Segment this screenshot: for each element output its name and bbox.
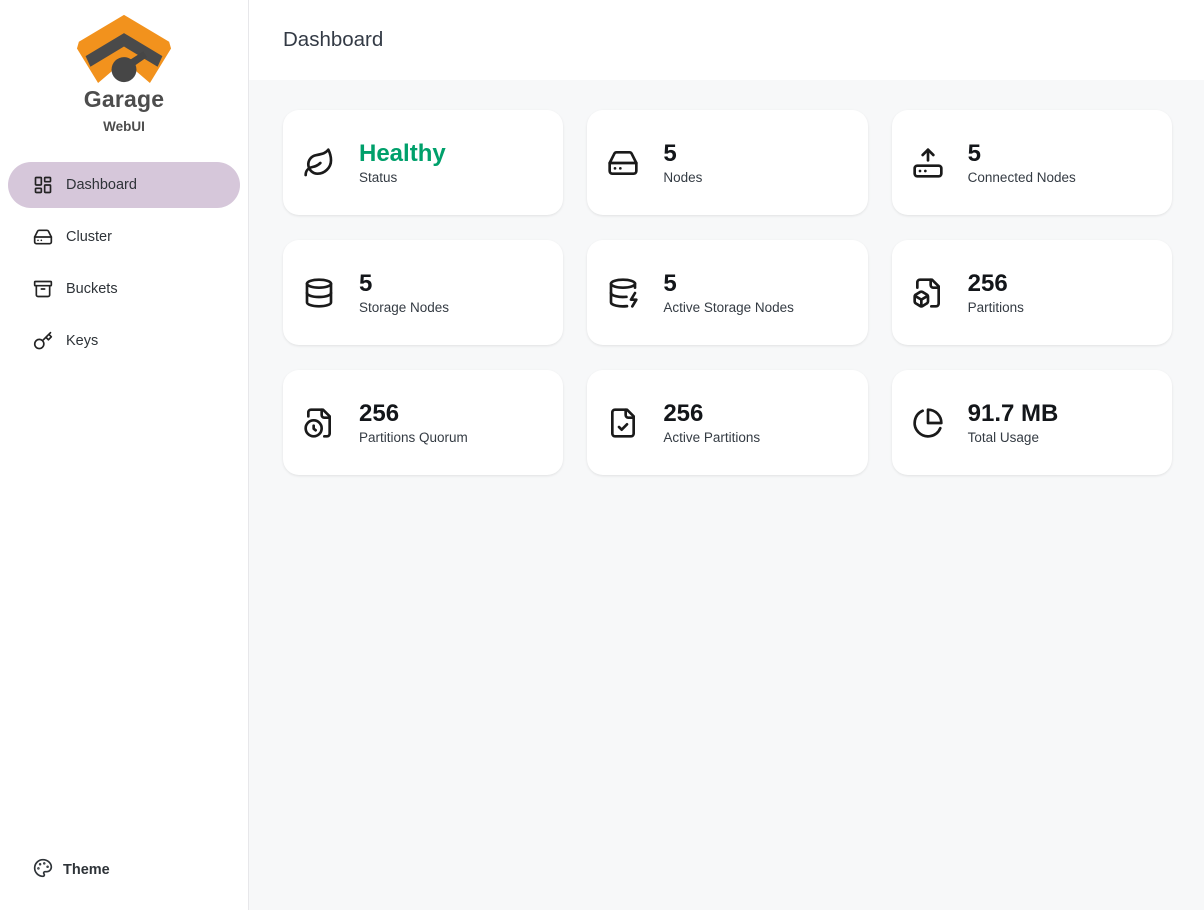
stat-card-partitions-quorum: 256 Partitions Quorum [283,370,563,475]
stat-card-storage-nodes: 5 Storage Nodes [283,240,563,345]
app-subtitle: WebUI [8,119,240,134]
palette-icon [33,858,53,882]
stat-label: Connected Nodes [968,170,1076,185]
hard-drive-icon [33,227,53,247]
sidebar-item-label: Keys [66,333,98,349]
stat-label: Nodes [663,170,702,185]
sidebar-item-buckets[interactable]: Buckets [8,266,240,312]
stat-card-active-storage-nodes: 5 Active Storage Nodes [587,240,867,345]
stat-card-nodes: 5 Nodes [587,110,867,215]
stat-value: 5 [663,140,702,168]
key-icon [33,331,53,351]
stat-value: Healthy [359,140,446,168]
stat-value: 256 [968,270,1024,298]
hard-drive-icon [607,147,639,179]
brand: Garage WebUI [8,12,240,134]
stat-value: 91.7 MB [968,400,1059,428]
page-title: Dashboard [283,28,383,52]
stat-label: Active Storage Nodes [663,300,794,315]
stat-value: 5 [968,140,1076,168]
stat-cards-grid: Healthy Status 5 Nodes 5 C [283,110,1172,475]
hard-drive-upload-icon [912,147,944,179]
stat-label: Storage Nodes [359,300,449,315]
stat-value: 5 [359,270,449,298]
sidebar-item-keys[interactable]: Keys [8,318,240,364]
dashboard-content: Healthy Status 5 Nodes 5 C [249,80,1204,910]
stat-label: Status [359,170,446,185]
sidebar-item-label: Dashboard [66,177,137,193]
stat-card-status: Healthy Status [283,110,563,215]
pie-chart-icon [912,407,944,439]
sidebar: Garage WebUI Dashboard Cluster Buckets [0,0,249,910]
sidebar-spacer [8,364,240,848]
stat-value: 256 [359,400,468,428]
file-check-icon [607,407,639,439]
main-area: Dashboard Healthy Status 5 Nodes [249,0,1204,910]
theme-button[interactable]: Theme [8,848,240,892]
stat-card-partitions: 256 Partitions [892,240,1172,345]
stat-card-total-usage: 91.7 MB Total Usage [892,370,1172,475]
layout-dashboard-icon [33,175,53,195]
stat-label: Partitions [968,300,1024,315]
stat-value: 256 [663,400,760,428]
database-icon [303,277,335,309]
stat-card-connected-nodes: 5 Connected Nodes [892,110,1172,215]
app-name: Garage [8,86,240,113]
stat-label: Partitions Quorum [359,430,468,445]
topbar: Dashboard [249,0,1204,80]
sidebar-item-label: Cluster [66,229,112,245]
sidebar-item-cluster[interactable]: Cluster [8,214,240,260]
stat-card-active-partitions: 256 Active Partitions [587,370,867,475]
garage-logo-icon [74,12,174,84]
file-clock-icon [303,407,335,439]
stat-label: Active Partitions [663,430,760,445]
stat-label: Total Usage [968,430,1059,445]
stat-value: 5 [663,270,794,298]
leaf-icon [303,147,335,179]
archive-icon [33,279,53,299]
sidebar-nav: Dashboard Cluster Buckets Keys [8,162,240,364]
database-zap-icon [607,277,639,309]
file-box-icon [912,277,944,309]
sidebar-item-dashboard[interactable]: Dashboard [8,162,240,208]
theme-button-label: Theme [63,862,110,878]
sidebar-item-label: Buckets [66,281,118,297]
